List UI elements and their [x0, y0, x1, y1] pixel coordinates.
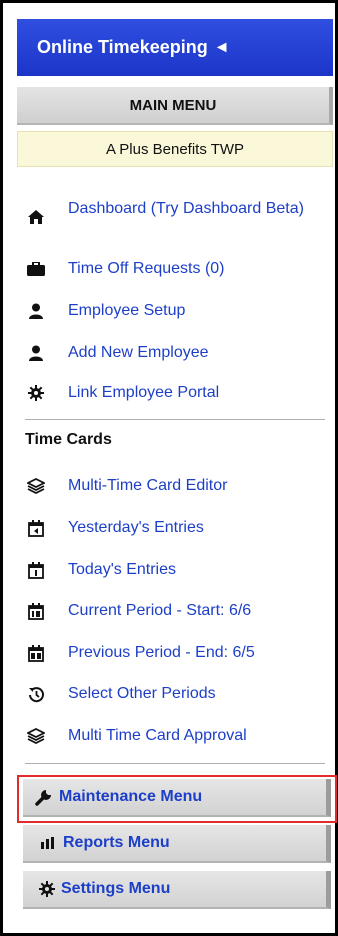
company-name: A Plus Benefits TWP — [17, 131, 333, 167]
company-label: A Plus Benefits TWP — [105, 140, 245, 158]
nav-todays-entries[interactable]: Today's Entries — [25, 560, 325, 580]
briefcase-icon — [25, 259, 47, 279]
history-icon — [25, 684, 47, 704]
collapse-icon[interactable]: ◄ — [214, 39, 230, 57]
nav-employee-setup[interactable]: Employee Setup — [25, 301, 325, 321]
bar-chart-icon — [41, 837, 57, 849]
wrench-icon — [35, 788, 53, 806]
settings-menu-label: Settings Menu — [61, 880, 171, 897]
nav-current-period[interactable]: Current Period - Start: 6/6 — [25, 601, 325, 621]
time-cards-heading: Time Cards — [25, 431, 112, 448]
main-menu-header: MAIN MENU — [17, 87, 333, 125]
gear-icon — [39, 881, 55, 897]
calendar-back-icon — [25, 518, 47, 538]
app-title: Online Timekeeping — [37, 37, 208, 57]
settings-menu-button[interactable]: Settings Menu — [23, 871, 331, 909]
calendar-today-icon — [25, 560, 47, 580]
nav-previous-period[interactable]: Previous Period - End: 6/5 — [25, 643, 325, 663]
nav-label: Multi Time Card Approval — [68, 727, 247, 744]
reports-menu-label: Reports Menu — [63, 834, 170, 851]
nav-multi-time-card-editor[interactable]: Multi-Time Card Editor — [25, 476, 325, 496]
nav-add-new-employee[interactable]: Add New Employee — [25, 343, 325, 363]
nav-label: Current Period - Start: 6/6 — [68, 602, 252, 619]
nav-link-employee-portal[interactable]: Link Employee Portal — [25, 383, 325, 403]
nav-time-off-requests[interactable]: Time Off Requests (0) — [25, 259, 325, 279]
divider — [25, 763, 325, 764]
nav-dashboard[interactable]: Dashboard (Try Dashboard Beta) — [25, 199, 325, 227]
nav-yesterdays-entries[interactable]: Yesterday's Entries — [25, 518, 325, 538]
nav-label: Multi-Time Card Editor — [68, 477, 228, 494]
calendar-30-icon — [25, 643, 47, 663]
nav-label: Select Other Periods — [68, 685, 216, 702]
user-icon — [25, 343, 47, 363]
layers-icon — [25, 726, 47, 746]
home-icon — [25, 207, 47, 227]
nav-label: Yesterday's Entries — [68, 519, 204, 536]
nav-label: Add New Employee — [68, 344, 209, 361]
navigation-panel: Online Timekeeping ◄ MAIN MENU A Plus Be… — [0, 0, 338, 936]
reports-menu-button[interactable]: Reports Menu — [23, 825, 331, 863]
nav-multi-time-card-approval[interactable]: Multi Time Card Approval — [25, 726, 325, 746]
divider — [25, 419, 325, 420]
nav-label: Dashboard (Try Dashboard Beta) — [68, 200, 304, 217]
nav-label: Previous Period - End: 6/5 — [68, 644, 255, 661]
calendar-14-icon — [25, 601, 47, 621]
layers-icon — [25, 476, 47, 496]
main-menu-title: MAIN MENU — [129, 96, 217, 114]
nav-select-other-periods[interactable]: Select Other Periods — [25, 684, 325, 704]
nav-label: Time Off Requests (0) — [68, 260, 225, 277]
maintenance-menu-button[interactable]: Maintenance Menu — [23, 779, 331, 817]
gear-icon — [25, 383, 47, 403]
maintenance-menu-label: Maintenance Menu — [59, 788, 203, 805]
app-title-bar[interactable]: Online Timekeeping ◄ — [17, 19, 333, 76]
nav-label: Link Employee Portal — [68, 384, 220, 401]
nav-label: Employee Setup — [68, 302, 186, 319]
user-icon — [25, 301, 47, 321]
nav-label: Today's Entries — [68, 561, 176, 578]
